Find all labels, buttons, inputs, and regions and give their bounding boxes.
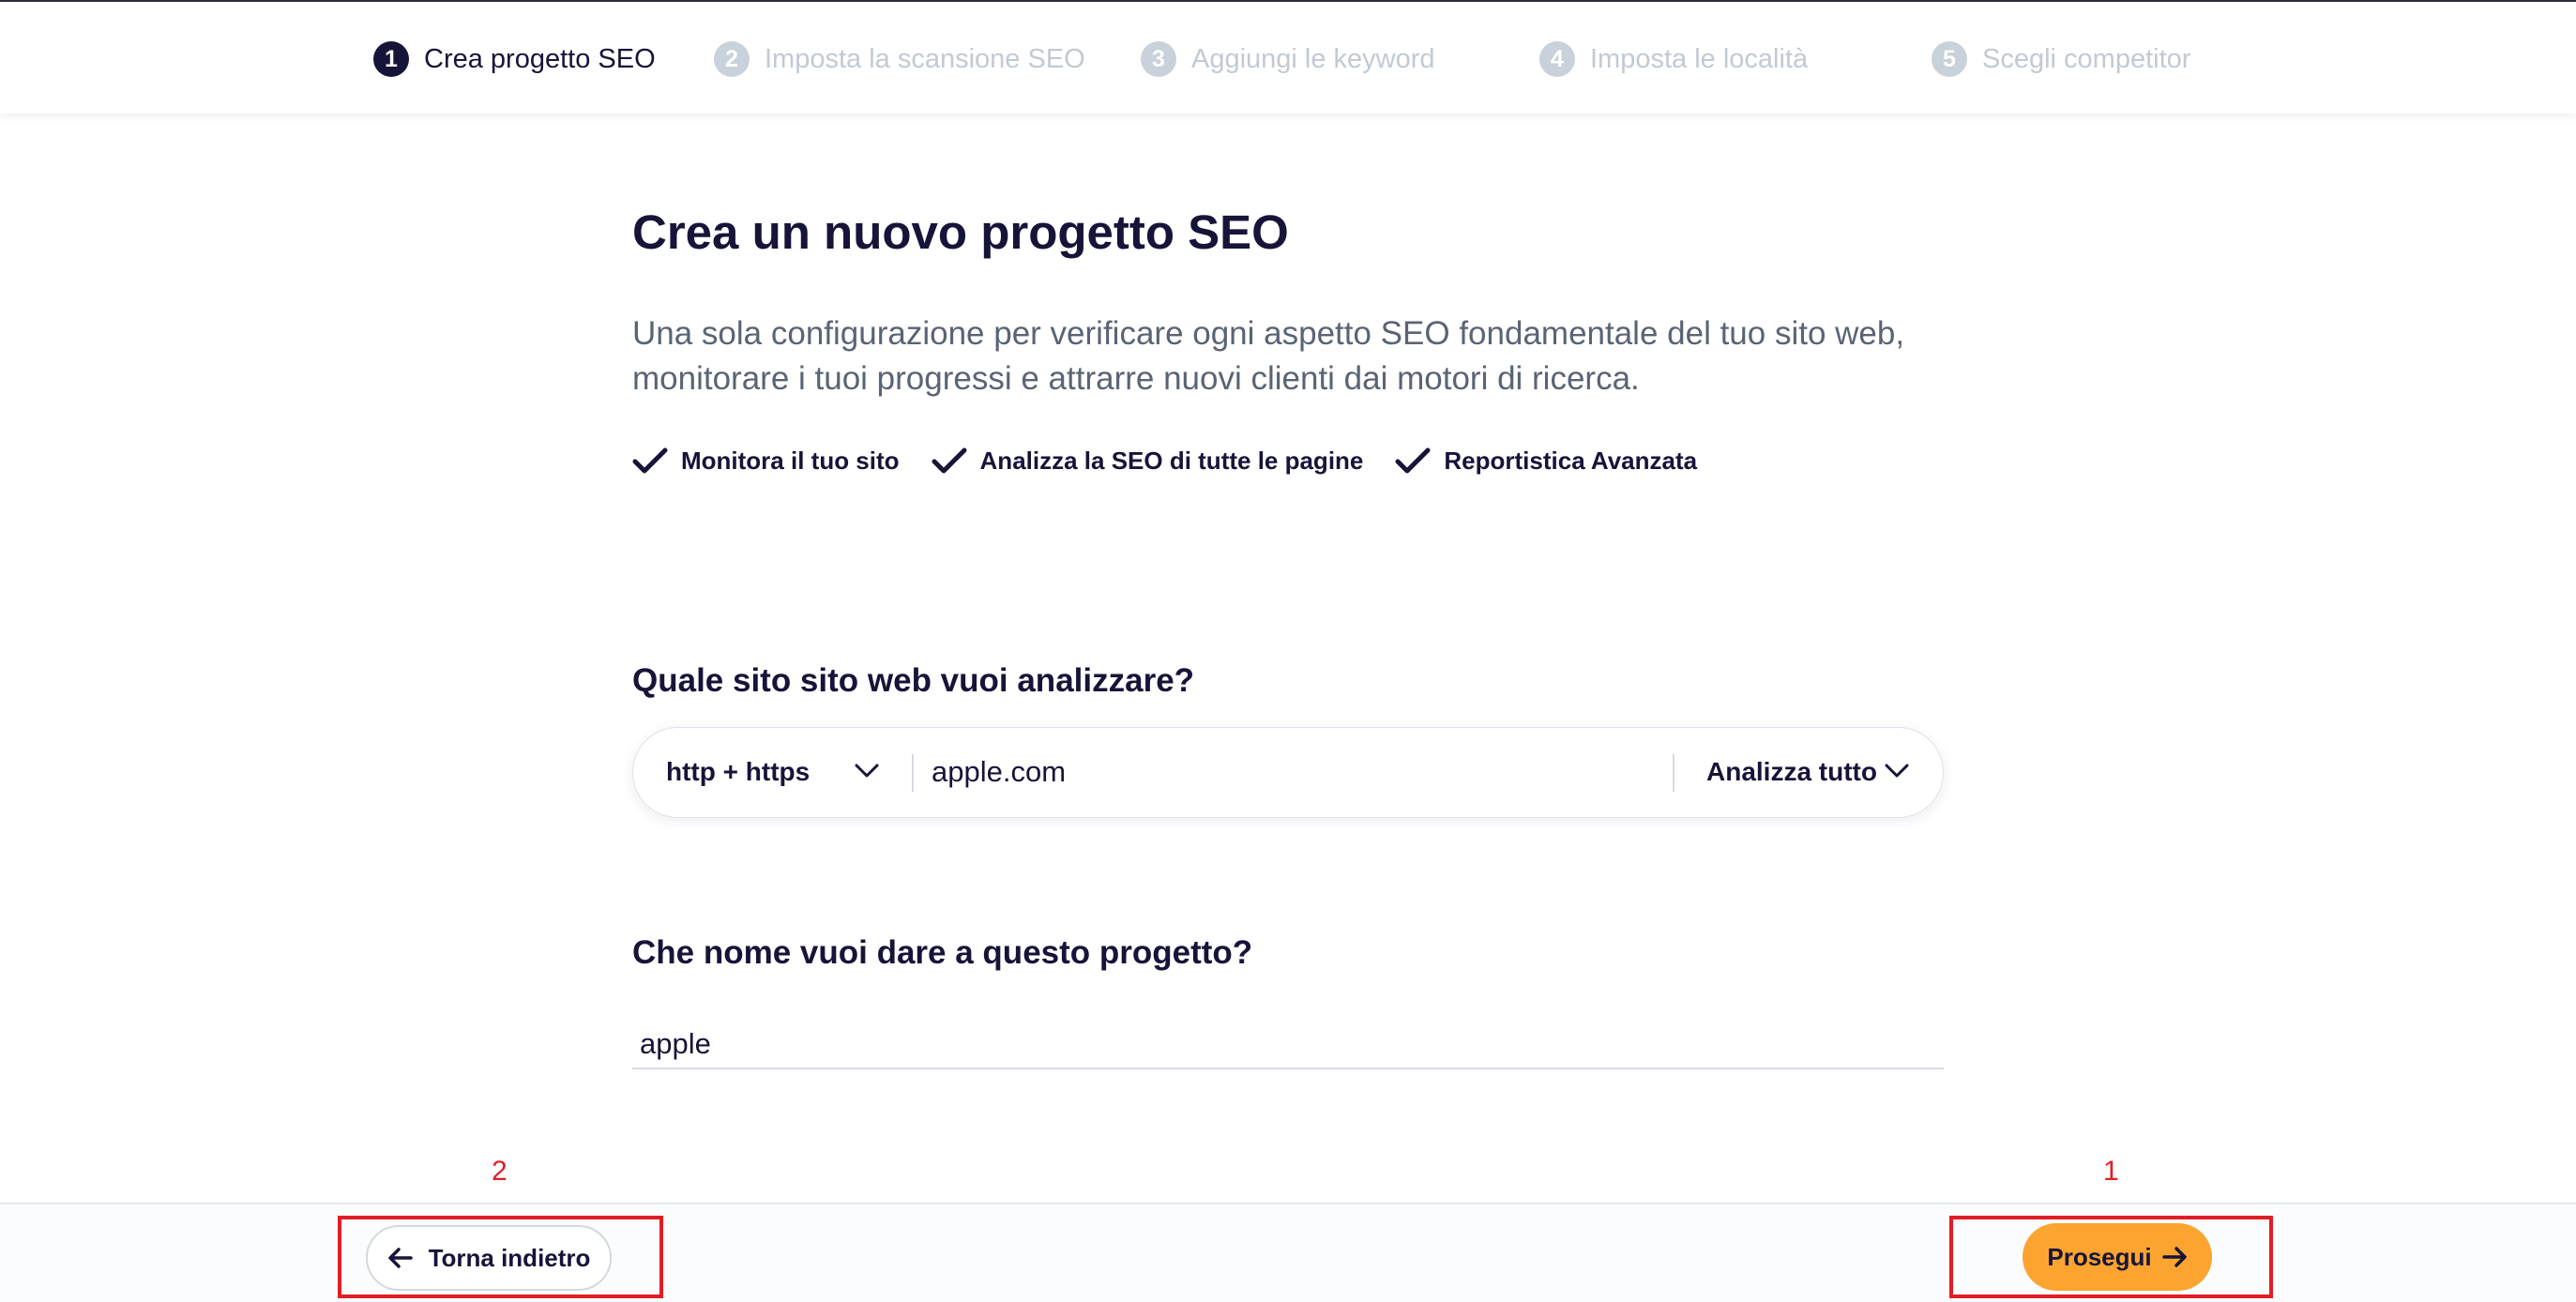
field-divider — [912, 754, 914, 792]
next-button-marker-box — [1949, 1216, 2273, 1298]
step-label: Aggiungi le keyword — [1191, 43, 1435, 74]
back-button-marker-label: 2 — [492, 1156, 508, 1187]
feature-label: Reportistica Avanzata — [1444, 447, 1698, 475]
project-name-question: Che nome vuoi dare a questo progetto? — [632, 934, 1253, 971]
step-label: Crea progetto SEO — [424, 43, 656, 74]
website-url-field: http + https Analizza tutto — [632, 727, 1944, 818]
step-locations[interactable]: 4 Imposta le località — [1539, 41, 1808, 77]
protocol-value: http + https — [666, 757, 811, 786]
step-number: 5 — [1932, 41, 1967, 77]
step-number: 1 — [373, 41, 409, 77]
check-icon — [932, 447, 967, 473]
feature-item: Reportistica Avanzata — [1395, 447, 1697, 476]
step-competitors[interactable]: 5 Scegli competitor — [1932, 41, 2190, 77]
chevron-down-icon — [1885, 764, 1909, 778]
step-seo-scan[interactable]: 2 Imposta la scansione SEO — [714, 41, 1085, 77]
page-description: Una sola configurazione per verificare o… — [632, 315, 1905, 397]
page-title: Crea un nuovo progetto SEO — [632, 205, 1289, 259]
stepper-bar: 1 Crea progetto SEO 2 Imposta la scansio… — [0, 0, 2576, 114]
website-question: Quale sito sito web vuoi analizzare? — [632, 662, 1195, 699]
step-label: Imposta le località — [1590, 43, 1809, 74]
step-label: Imposta la scansione SEO — [765, 43, 1085, 74]
project-name-input[interactable] — [632, 1021, 1944, 1069]
chevron-down-icon — [855, 764, 879, 778]
scan-scope-select[interactable]: Analizza tutto — [1674, 728, 1943, 816]
website-url-input[interactable] — [932, 743, 1354, 801]
check-icon — [632, 447, 668, 473]
feature-label: Monitora il tuo sito — [681, 447, 900, 475]
next-button-marker-label: 1 — [2103, 1156, 2119, 1187]
feature-item: Analizza la SEO di tutte le pagine — [932, 447, 1364, 476]
back-button-marker-box — [338, 1216, 663, 1298]
step-number: 3 — [1141, 41, 1176, 77]
scan-scope-value: Analizza tutto — [1706, 757, 1877, 786]
step-create-project[interactable]: 1 Crea progetto SEO — [373, 41, 656, 77]
feature-list: Monitora il tuo sito Analizza la SEO di … — [632, 447, 1729, 476]
feature-label: Analizza la SEO di tutte le pagine — [979, 447, 1364, 475]
feature-item: Monitora il tuo sito — [632, 447, 900, 476]
step-keywords[interactable]: 3 Aggiungi le keyword — [1141, 41, 1435, 77]
step-number: 2 — [714, 41, 750, 77]
step-number: 4 — [1539, 41, 1575, 77]
step-label: Scegli competitor — [1982, 43, 2191, 74]
check-icon — [1395, 447, 1431, 473]
protocol-select[interactable]: http + https — [633, 728, 913, 816]
